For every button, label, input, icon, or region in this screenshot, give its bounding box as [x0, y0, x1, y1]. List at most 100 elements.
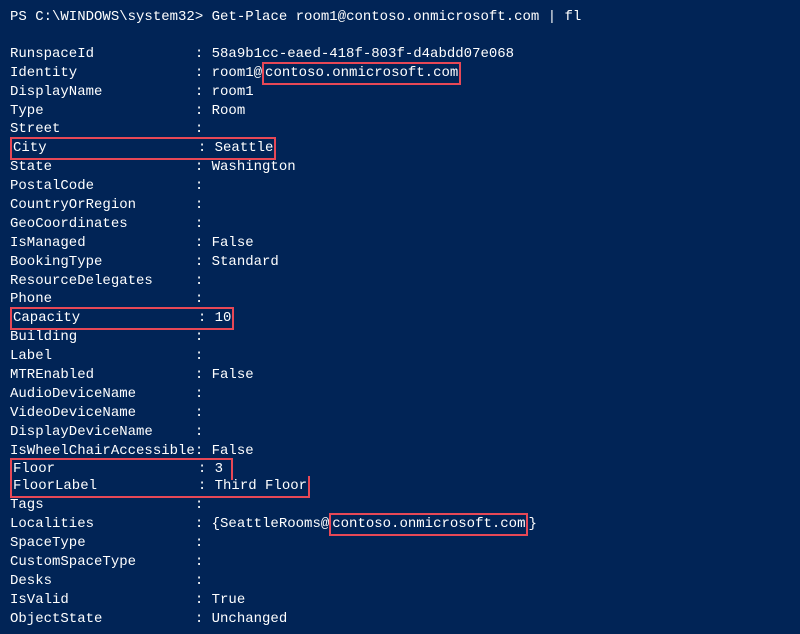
property-colon: :	[195, 404, 212, 423]
property-key: MTREnabled	[10, 366, 195, 385]
property-colon: :	[195, 83, 212, 102]
property-row: FloorLabel: Third Floor	[10, 478, 790, 496]
property-row: Building:	[10, 328, 790, 347]
command-prompt-line: PS C:\WINDOWS\system32> Get-Place room1@…	[10, 8, 790, 27]
property-key: PostalCode	[10, 177, 195, 196]
property-row: AudioDeviceName:	[10, 385, 790, 404]
property-colon: :	[198, 139, 215, 158]
property-value: Washington	[212, 158, 296, 177]
property-colon: :	[195, 572, 212, 591]
property-row: GeoCoordinates:	[10, 215, 790, 234]
property-key: DisplayName	[10, 83, 195, 102]
property-row: Type: Room	[10, 102, 790, 121]
highlighted-row: City: Seattle	[10, 137, 276, 160]
property-colon: :	[195, 177, 212, 196]
localities-prefix: {SeattleRooms@	[212, 515, 330, 534]
property-key: FloorLabel	[13, 477, 198, 496]
prompt-command: Get-Place room1@contoso.onmicrosoft.com …	[212, 8, 582, 27]
property-value: Standard	[212, 253, 279, 272]
property-colon: :	[195, 366, 212, 385]
property-row: DisplayName: room1	[10, 83, 790, 102]
property-row: SpaceType:	[10, 534, 790, 553]
property-colon: :	[195, 158, 212, 177]
property-key: BookingType	[10, 253, 195, 272]
property-row: PostalCode:	[10, 177, 790, 196]
property-key: Desks	[10, 572, 195, 591]
property-colon: :	[198, 477, 215, 496]
property-colon: :	[195, 102, 212, 121]
property-key: CountryOrRegion	[10, 196, 195, 215]
property-key: Tags	[10, 496, 195, 515]
property-key: ResourceDelegates	[10, 272, 195, 291]
property-key: RunspaceId	[10, 45, 195, 64]
property-value: Unchanged	[212, 610, 288, 629]
property-key: City	[13, 139, 198, 158]
property-key: IsValid	[10, 591, 195, 610]
property-colon: :	[195, 591, 212, 610]
property-value: 10	[215, 309, 232, 328]
property-colon: :	[195, 423, 212, 442]
property-key: VideoDeviceName	[10, 404, 195, 423]
property-value: Third Floor	[215, 477, 307, 496]
property-value: room1	[212, 83, 254, 102]
property-row: Localities: {SeattleRooms@contoso.onmicr…	[10, 515, 790, 534]
property-colon: :	[195, 515, 212, 534]
property-colon: :	[195, 272, 212, 291]
property-key: IsManaged	[10, 234, 195, 253]
property-colon: :	[195, 610, 212, 629]
property-colon: :	[198, 309, 215, 328]
property-colon: :	[195, 196, 212, 215]
property-key: Building	[10, 328, 195, 347]
property-key: SpaceType	[10, 534, 195, 553]
property-row: MTREnabled: False	[10, 366, 790, 385]
property-row: BookingType: Standard	[10, 253, 790, 272]
property-value: False	[212, 234, 254, 253]
property-colon: :	[195, 234, 212, 253]
property-value: False	[212, 366, 254, 385]
property-key: ObjectState	[10, 610, 195, 629]
property-row: DisplayDeviceName:	[10, 423, 790, 442]
property-colon: :	[195, 534, 212, 553]
property-row: Desks:	[10, 572, 790, 591]
property-value: Room	[212, 102, 246, 121]
property-colon: :	[195, 385, 212, 404]
property-value: Seattle	[215, 139, 274, 158]
property-row: City: Seattle	[10, 139, 790, 158]
property-colon: :	[195, 553, 212, 572]
property-row: State: Washington	[10, 158, 790, 177]
property-colon: :	[195, 45, 212, 64]
property-key: Identity	[10, 64, 195, 83]
prompt-prefix: PS C:\WINDOWS\system32>	[10, 8, 212, 27]
property-colon: :	[195, 328, 212, 347]
property-key: Localities	[10, 515, 195, 534]
property-colon: :	[195, 64, 212, 83]
localities-suffix: }	[528, 515, 536, 534]
property-key: AudioDeviceName	[10, 385, 195, 404]
property-row: Label:	[10, 347, 790, 366]
property-row: ObjectState: Unchanged	[10, 610, 790, 629]
highlighted-domain: contoso.onmicrosoft.com	[262, 62, 461, 85]
property-key: GeoCoordinates	[10, 215, 195, 234]
property-row: Identity: room1@contoso.onmicrosoft.com	[10, 64, 790, 83]
property-key: DisplayDeviceName	[10, 423, 195, 442]
property-key: Type	[10, 102, 195, 121]
property-key: State	[10, 158, 195, 177]
property-row: VideoDeviceName:	[10, 404, 790, 423]
property-colon: :	[195, 496, 212, 515]
property-value: True	[212, 591, 246, 610]
property-key: Label	[10, 347, 195, 366]
highlighted-row: Capacity: 10	[10, 307, 234, 330]
highlighted-row: FloorLabel: Third Floor	[10, 476, 310, 498]
identity-prefix: room1@	[212, 64, 262, 83]
highlighted-domain: contoso.onmicrosoft.com	[329, 513, 528, 536]
output-properties: RunspaceId: 58a9b1cc-eaed-418f-803f-d4ab…	[10, 45, 790, 629]
property-row: ResourceDelegates:	[10, 272, 790, 291]
property-colon: :	[195, 215, 212, 234]
property-colon: :	[195, 253, 212, 272]
property-key: CustomSpaceType	[10, 553, 195, 572]
property-row: CountryOrRegion:	[10, 196, 790, 215]
property-row: Capacity: 10	[10, 309, 790, 328]
property-row: IsManaged: False	[10, 234, 790, 253]
property-colon: :	[195, 347, 212, 366]
property-row: CustomSpaceType:	[10, 553, 790, 572]
